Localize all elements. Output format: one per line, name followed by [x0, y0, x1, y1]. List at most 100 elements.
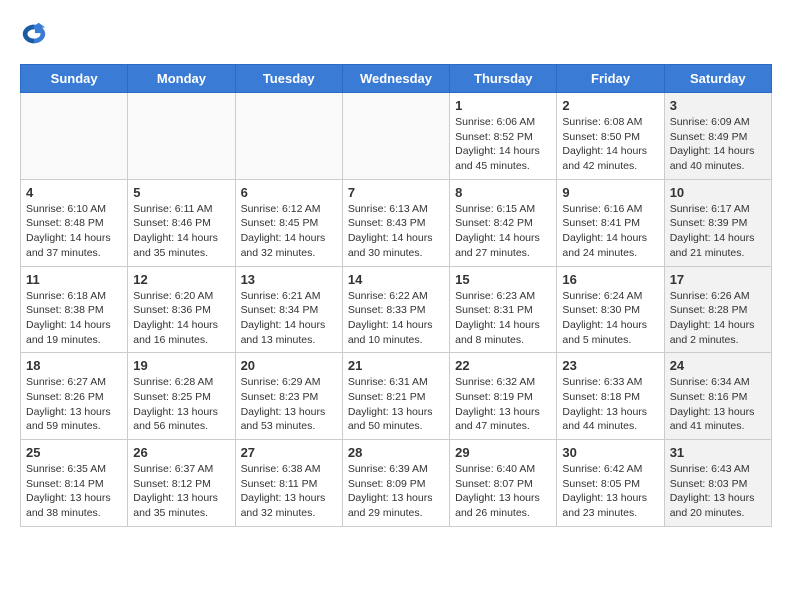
day-info: Sunrise: 6:39 AM Sunset: 8:09 PM Dayligh… — [348, 462, 444, 521]
day-number: 29 — [455, 445, 551, 460]
calendar-cell: 19 Sunrise: 6:28 AM Sunset: 8:25 PM Dayli… — [128, 353, 235, 440]
day-number: 26 — [133, 445, 229, 460]
day-info: Sunrise: 6:06 AM Sunset: 8:52 PM Dayligh… — [455, 115, 551, 174]
calendar-cell — [128, 93, 235, 180]
day-number: 5 — [133, 185, 229, 200]
day-info: Sunrise: 6:10 AM Sunset: 8:48 PM Dayligh… — [26, 202, 122, 261]
calendar-cell: 31 Sunrise: 6:43 AM Sunset: 8:03 PM Dayli… — [664, 440, 771, 527]
day-number: 21 — [348, 358, 444, 373]
calendar-cell: 23 Sunrise: 6:33 AM Sunset: 8:18 PM Dayli… — [557, 353, 664, 440]
page-header — [20, 20, 772, 48]
day-info: Sunrise: 6:34 AM Sunset: 8:16 PM Dayligh… — [670, 375, 766, 434]
calendar-cell: 24 Sunrise: 6:34 AM Sunset: 8:16 PM Dayli… — [664, 353, 771, 440]
day-info: Sunrise: 6:42 AM Sunset: 8:05 PM Dayligh… — [562, 462, 658, 521]
day-number: 13 — [241, 272, 337, 287]
day-info: Sunrise: 6:29 AM Sunset: 8:23 PM Dayligh… — [241, 375, 337, 434]
calendar-week-row: 1 Sunrise: 6:06 AM Sunset: 8:52 PM Daylig… — [21, 93, 772, 180]
day-number: 4 — [26, 185, 122, 200]
day-header-tuesday: Tuesday — [235, 65, 342, 93]
calendar-cell: 8 Sunrise: 6:15 AM Sunset: 8:42 PM Daylig… — [450, 179, 557, 266]
day-info: Sunrise: 6:28 AM Sunset: 8:25 PM Dayligh… — [133, 375, 229, 434]
day-number: 15 — [455, 272, 551, 287]
day-info: Sunrise: 6:26 AM Sunset: 8:28 PM Dayligh… — [670, 289, 766, 348]
calendar-week-row: 11 Sunrise: 6:18 AM Sunset: 8:38 PM Dayli… — [21, 266, 772, 353]
day-info: Sunrise: 6:32 AM Sunset: 8:19 PM Dayligh… — [455, 375, 551, 434]
day-info: Sunrise: 6:20 AM Sunset: 8:36 PM Dayligh… — [133, 289, 229, 348]
calendar-cell: 26 Sunrise: 6:37 AM Sunset: 8:12 PM Dayli… — [128, 440, 235, 527]
calendar-cell: 22 Sunrise: 6:32 AM Sunset: 8:19 PM Dayli… — [450, 353, 557, 440]
day-header-saturday: Saturday — [664, 65, 771, 93]
calendar-cell: 13Sunrise: 6:21 AM Sunset: 8:34 PM Dayli… — [235, 266, 342, 353]
day-info: Sunrise: 6:37 AM Sunset: 8:12 PM Dayligh… — [133, 462, 229, 521]
day-info: Sunrise: 6:17 AM Sunset: 8:39 PM Dayligh… — [670, 202, 766, 261]
day-number: 3 — [670, 98, 766, 113]
day-header-friday: Friday — [557, 65, 664, 93]
day-number: 22 — [455, 358, 551, 373]
day-info: Sunrise: 6:33 AM Sunset: 8:18 PM Dayligh… — [562, 375, 658, 434]
day-header-sunday: Sunday — [21, 65, 128, 93]
calendar-cell: 10 Sunrise: 6:17 AM Sunset: 8:39 PM Dayli… — [664, 179, 771, 266]
day-info: Sunrise: 6:18 AM Sunset: 8:38 PM Dayligh… — [26, 289, 122, 348]
day-info: Sunrise: 6:23 AM Sunset: 8:31 PM Dayligh… — [455, 289, 551, 348]
day-number: 1 — [455, 98, 551, 113]
calendar-cell: 1 Sunrise: 6:06 AM Sunset: 8:52 PM Daylig… — [450, 93, 557, 180]
day-header-thursday: Thursday — [450, 65, 557, 93]
day-info: Sunrise: 6:24 AM Sunset: 8:30 PM Dayligh… — [562, 289, 658, 348]
calendar-week-row: 25Sunrise: 6:35 AM Sunset: 8:14 PM Dayli… — [21, 440, 772, 527]
calendar-cell: 15 Sunrise: 6:23 AM Sunset: 8:31 PM Dayli… — [450, 266, 557, 353]
day-number: 8 — [455, 185, 551, 200]
day-number: 9 — [562, 185, 658, 200]
calendar-cell: 12 Sunrise: 6:20 AM Sunset: 8:36 PM Dayli… — [128, 266, 235, 353]
day-number: 12 — [133, 272, 229, 287]
day-number: 10 — [670, 185, 766, 200]
day-info: Sunrise: 6:13 AM Sunset: 8:43 PM Dayligh… — [348, 202, 444, 261]
calendar-table: SundayMondayTuesdayWednesdayThursdayFrid… — [20, 64, 772, 527]
calendar-cell: 9 Sunrise: 6:16 AM Sunset: 8:41 PM Daylig… — [557, 179, 664, 266]
calendar-week-row: 18 Sunrise: 6:27 AM Sunset: 8:26 PM Dayli… — [21, 353, 772, 440]
calendar-cell: 28Sunrise: 6:39 AM Sunset: 8:09 PM Dayli… — [342, 440, 449, 527]
day-number: 23 — [562, 358, 658, 373]
calendar-cell: 27 Sunrise: 6:38 AM Sunset: 8:11 PM Dayli… — [235, 440, 342, 527]
day-info: Sunrise: 6:38 AM Sunset: 8:11 PM Dayligh… — [241, 462, 337, 521]
calendar-cell: 7 Sunrise: 6:13 AM Sunset: 8:43 PM Daylig… — [342, 179, 449, 266]
day-number: 2 — [562, 98, 658, 113]
day-info: Sunrise: 6:43 AM Sunset: 8:03 PM Dayligh… — [670, 462, 766, 521]
day-number: 31 — [670, 445, 766, 460]
calendar-cell: 30Sunrise: 6:42 AM Sunset: 8:05 PM Dayli… — [557, 440, 664, 527]
day-info: Sunrise: 6:15 AM Sunset: 8:42 PM Dayligh… — [455, 202, 551, 261]
calendar-cell: 5 Sunrise: 6:11 AM Sunset: 8:46 PM Daylig… — [128, 179, 235, 266]
day-header-wednesday: Wednesday — [342, 65, 449, 93]
day-number: 16 — [562, 272, 658, 287]
calendar-cell: 16 Sunrise: 6:24 AM Sunset: 8:30 PM Dayli… — [557, 266, 664, 353]
day-number: 27 — [241, 445, 337, 460]
calendar-cell: 29 Sunrise: 6:40 AM Sunset: 8:07 PM Dayli… — [450, 440, 557, 527]
day-info: Sunrise: 6:08 AM Sunset: 8:50 PM Dayligh… — [562, 115, 658, 174]
day-number: 20 — [241, 358, 337, 373]
day-info: Sunrise: 6:22 AM Sunset: 8:33 PM Dayligh… — [348, 289, 444, 348]
day-number: 6 — [241, 185, 337, 200]
logo-icon — [20, 20, 48, 48]
day-number: 11 — [26, 272, 122, 287]
day-info: Sunrise: 6:16 AM Sunset: 8:41 PM Dayligh… — [562, 202, 658, 261]
calendar-cell: 21Sunrise: 6:31 AM Sunset: 8:21 PM Dayli… — [342, 353, 449, 440]
day-number: 14 — [348, 272, 444, 287]
calendar-week-row: 4 Sunrise: 6:10 AM Sunset: 8:48 PM Daylig… — [21, 179, 772, 266]
calendar-cell: 3Sunrise: 6:09 AM Sunset: 8:49 PM Daylig… — [664, 93, 771, 180]
day-info: Sunrise: 6:40 AM Sunset: 8:07 PM Dayligh… — [455, 462, 551, 521]
calendar-header-row: SundayMondayTuesdayWednesdayThursdayFrid… — [21, 65, 772, 93]
day-header-monday: Monday — [128, 65, 235, 93]
day-number: 19 — [133, 358, 229, 373]
day-number: 18 — [26, 358, 122, 373]
calendar-cell — [21, 93, 128, 180]
day-number: 24 — [670, 358, 766, 373]
day-info: Sunrise: 6:11 AM Sunset: 8:46 PM Dayligh… — [133, 202, 229, 261]
calendar-cell: 2 Sunrise: 6:08 AM Sunset: 8:50 PM Daylig… — [557, 93, 664, 180]
calendar-cell: 20 Sunrise: 6:29 AM Sunset: 8:23 PM Dayli… — [235, 353, 342, 440]
day-info: Sunrise: 6:27 AM Sunset: 8:26 PM Dayligh… — [26, 375, 122, 434]
day-number: 7 — [348, 185, 444, 200]
calendar-cell: 6Sunrise: 6:12 AM Sunset: 8:45 PM Daylig… — [235, 179, 342, 266]
calendar-cell: 25Sunrise: 6:35 AM Sunset: 8:14 PM Dayli… — [21, 440, 128, 527]
logo — [20, 20, 52, 48]
calendar-cell: 14 Sunrise: 6:22 AM Sunset: 8:33 PM Dayli… — [342, 266, 449, 353]
calendar-cell: 4 Sunrise: 6:10 AM Sunset: 8:48 PM Daylig… — [21, 179, 128, 266]
